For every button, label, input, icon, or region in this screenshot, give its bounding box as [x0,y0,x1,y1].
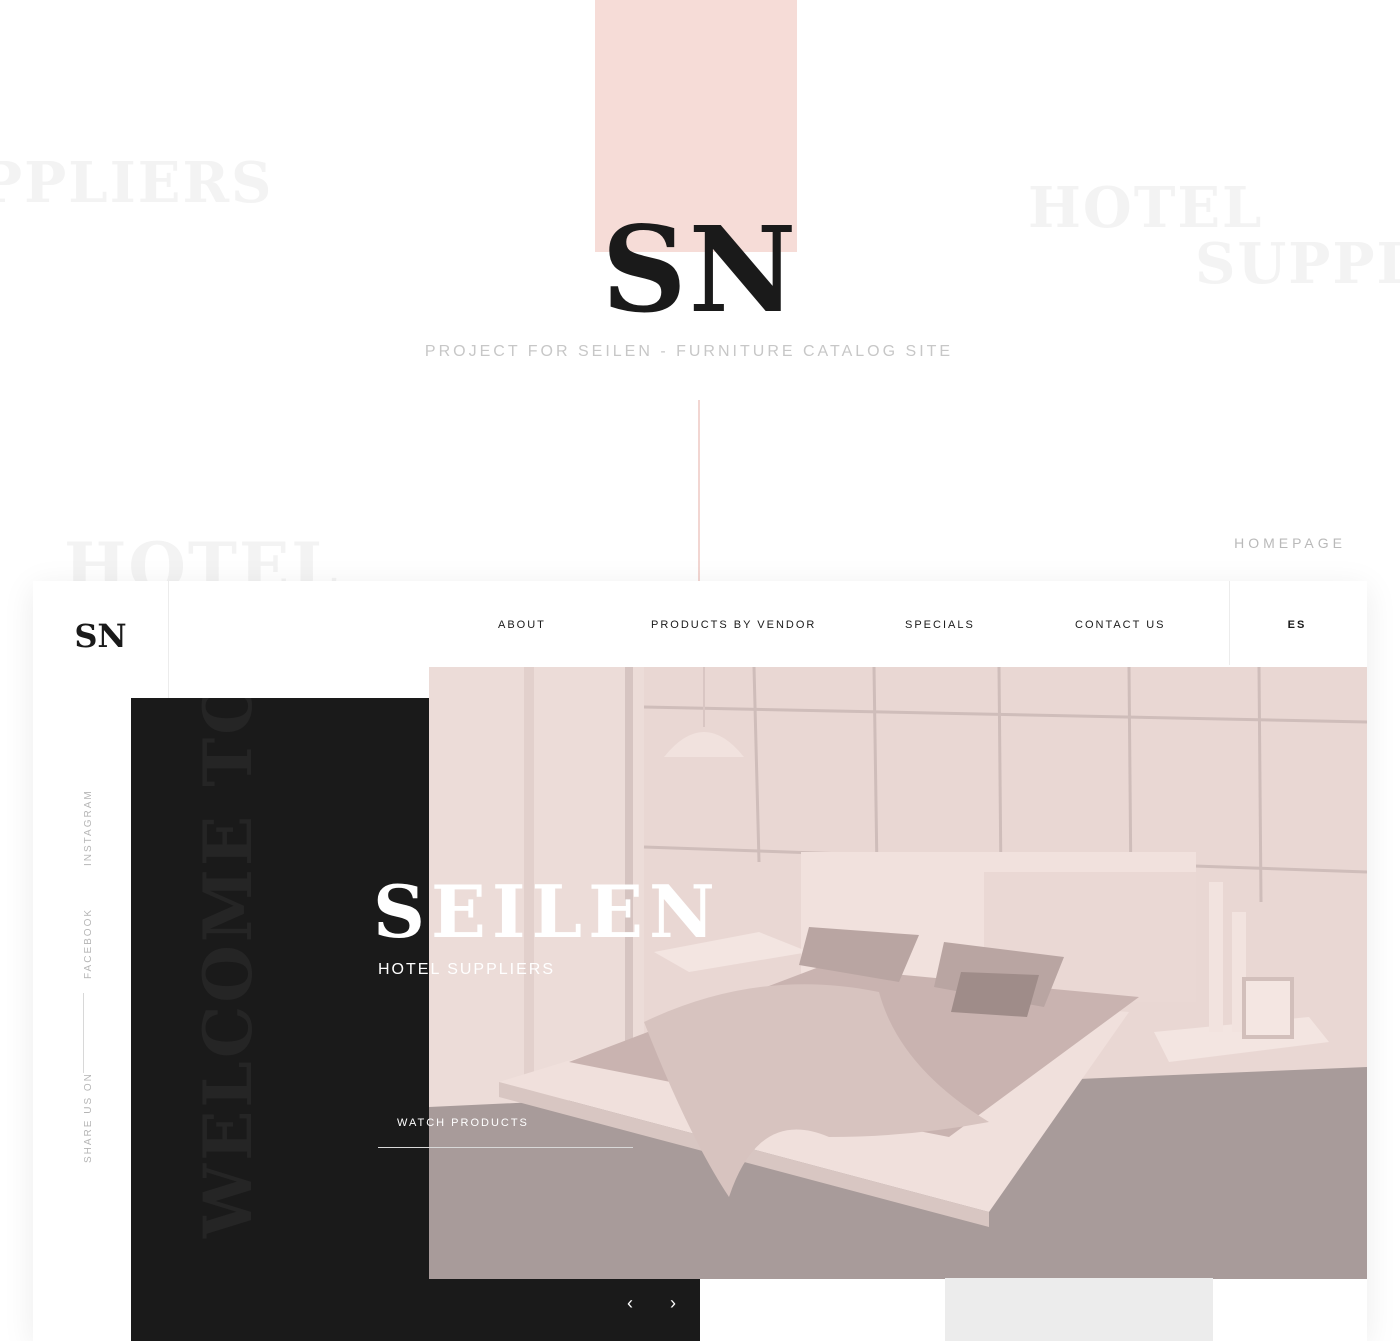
ghost-text-suppliers-right: SUPPLI [1195,231,1400,297]
presentation-logo: SN [601,200,799,339]
homepage-mockup: SN ABOUT PRODUCTS BY VENDOR SPECIALS CON… [33,581,1367,1341]
social-link-instagram[interactable]: INSTAGRAM [83,789,94,866]
nav-about[interactable]: ABOUT [498,619,546,631]
share-us-on-label: SHARE US ON [83,1072,94,1163]
chevron-left-icon[interactable]: ‹ [618,1291,642,1315]
hero-tagline: HOTEL SUPPLIERS [378,961,556,978]
bedroom-illustration [429,667,1367,1279]
social-link-facebook[interactable]: FACEBOOK [83,908,94,979]
hero-brand-name: SEILEN [373,869,721,954]
site-logo[interactable]: SN [33,617,168,655]
project-caption: PROJECT FOR SEILEN - FURNITURE CATALOG S… [424,343,954,360]
watch-products-button[interactable]: WATCH PRODUCTS [378,1109,633,1148]
section-label-homepage: HOMEPAGE [1234,535,1346,551]
nav-contact-us[interactable]: CONTACT US [1075,619,1166,631]
next-section-preview [945,1278,1213,1341]
chevron-right-icon[interactable]: › [661,1291,685,1315]
ghost-text-suppliers-left: PPLIERS [0,150,274,216]
nav-products-by-vendor[interactable]: PRODUCTS BY VENDOR [651,619,816,631]
language-label[interactable]: ES [1230,619,1364,631]
hero-bedroom-image [429,667,1367,1279]
welcome-vertical-text: WELCOME TO [189,698,267,1238]
language-switch[interactable]: ES [1229,581,1368,665]
vertical-divider [698,400,700,582]
nav-specials[interactable]: SPECIALS [905,619,975,631]
site-logo-cell[interactable]: SN [33,581,169,698]
social-divider [83,993,84,1073]
watch-products-label[interactable]: WATCH PRODUCTS [397,1117,529,1129]
